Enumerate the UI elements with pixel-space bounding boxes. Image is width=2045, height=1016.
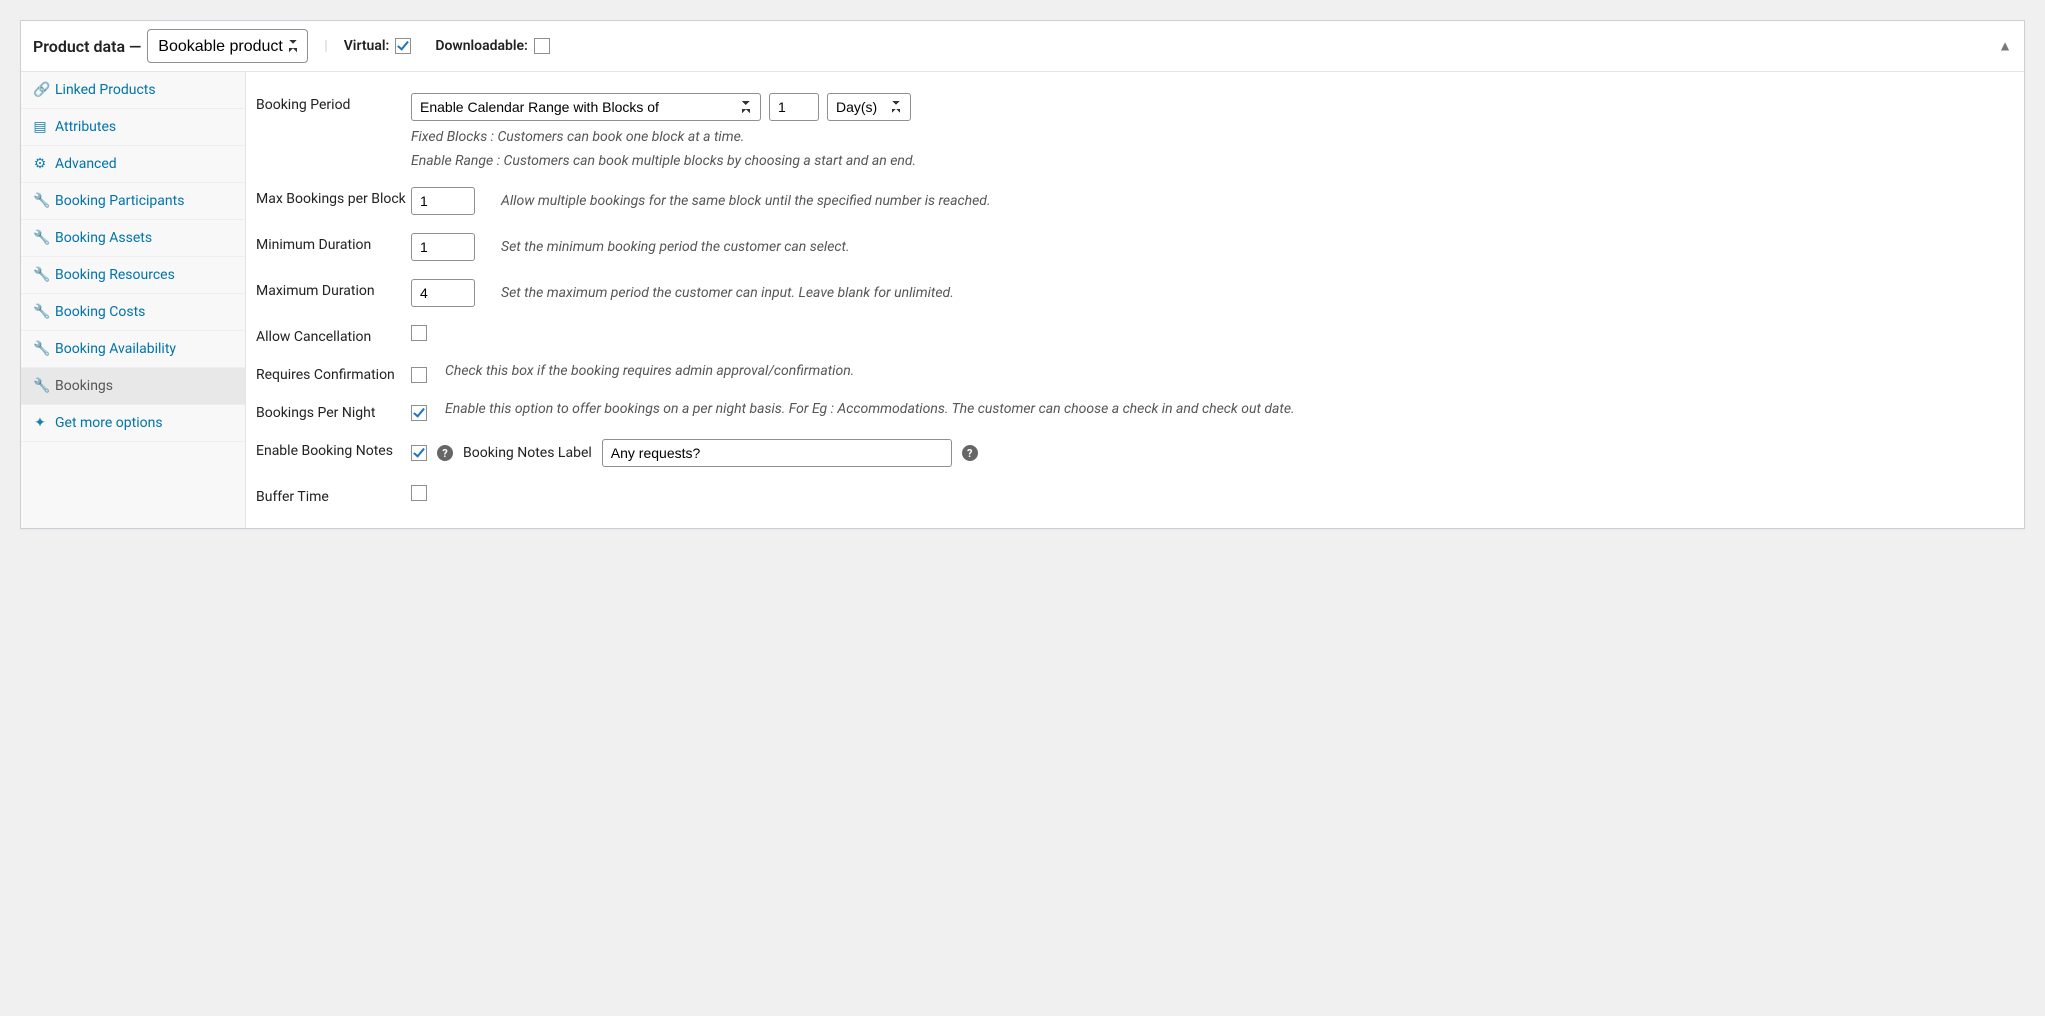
sidebar-item: 🔧 Booking Assets [21, 220, 245, 257]
link-icon: 🔗 [33, 82, 47, 98]
sidebar-item-label: Booking Assets [55, 230, 152, 246]
help-icon[interactable]: ? [437, 445, 453, 461]
field-bookings-per-night: Bookings Per Night Enable this option to… [256, 392, 2014, 430]
wrench-icon: 🔧 [33, 304, 47, 320]
sidebar-item-label: Bookings [55, 378, 113, 394]
wrench-icon: 🔧 [33, 378, 47, 394]
sidebar-link-booking-resources[interactable]: 🔧 Booking Resources [21, 257, 245, 293]
bookings-settings: Booking Period Enable Calendar Range wit… [246, 72, 2024, 528]
field-allow-cancellation: Allow Cancellation [256, 316, 2014, 354]
sidebar-item-label: Linked Products [55, 82, 156, 98]
field-min-duration: Minimum Duration Set the minimum booking… [256, 224, 2014, 270]
product-data-panel: Product data — Bookable product | Virtua… [20, 20, 2025, 529]
sidebar-item-label: Booking Participants [55, 193, 184, 209]
sidebar-item: ⚙ Advanced [21, 146, 245, 183]
booking-period-label: Booking Period [256, 93, 411, 113]
enable-booking-notes-checkbox[interactable] [411, 445, 427, 461]
sidebar-link-booking-assets[interactable]: 🔧 Booking Assets [21, 220, 245, 256]
sidebar-link-linked-products[interactable]: 🔗 Linked Products [21, 72, 245, 108]
buffer-time-label: Buffer Time [256, 485, 411, 505]
requires-confirmation-checkbox[interactable] [411, 367, 427, 383]
booking-period-help-2: Enable Range : Customers can book multip… [411, 153, 2014, 169]
collapse-toggle-icon[interactable]: ▲ [1998, 38, 2012, 55]
wrench-icon: 🔧 [33, 267, 47, 283]
requires-confirmation-help: Check this box if the booking requires a… [445, 363, 2014, 379]
sidebar-item: ✦ Get more options [21, 405, 245, 442]
max-duration-input[interactable] [411, 279, 475, 307]
bookings-per-night-checkbox[interactable] [411, 405, 427, 421]
separator: | [324, 38, 327, 54]
sidebar-item: 🔧 Booking Costs [21, 294, 245, 331]
booking-period-range-select[interactable]: Enable Calendar Range with Blocks of [411, 93, 761, 121]
booking-notes-label-input[interactable] [602, 439, 952, 467]
wrench-icon: 🔧 [33, 230, 47, 246]
sidebar-item-label: Booking Resources [55, 267, 175, 283]
max-duration-help: Set the maximum period the customer can … [501, 285, 954, 301]
sidebar-link-booking-participants[interactable]: 🔧 Booking Participants [21, 183, 245, 219]
booking-period-help-1: Fixed Blocks : Customers can book one bl… [411, 129, 2014, 145]
min-duration-label: Minimum Duration [256, 233, 411, 253]
sidebar-item: 🔧 Bookings [21, 368, 245, 405]
panel-body: 🔗 Linked Products ▤ Attributes ⚙ Advanced 🔧 Boo… [21, 72, 2024, 528]
sidebar-link-booking-costs[interactable]: 🔧 Booking Costs [21, 294, 245, 330]
field-buffer-time: Buffer Time [256, 476, 2014, 514]
max-bookings-input[interactable] [411, 187, 475, 215]
field-requires-confirmation: Requires Confirmation Check this box if … [256, 354, 2014, 392]
allow-cancellation-label: Allow Cancellation [256, 325, 411, 345]
downloadable-option: Downloadable: [435, 38, 550, 54]
panel-header: Product data — Bookable product | Virtua… [21, 21, 2024, 72]
max-duration-label: Maximum Duration [256, 279, 411, 299]
field-booking-period: Booking Period Enable Calendar Range wit… [256, 84, 2014, 178]
sidebar-link-get-more-options[interactable]: ✦ Get more options [21, 405, 245, 441]
sidebar-item: 🔧 Booking Availability [21, 331, 245, 368]
allow-cancellation-checkbox[interactable] [411, 325, 427, 341]
panel-title: Product data — [33, 37, 141, 56]
bookings-per-night-label: Bookings Per Night [256, 401, 411, 421]
gear-icon: ⚙ [33, 156, 47, 172]
product-data-tabs: 🔗 Linked Products ▤ Attributes ⚙ Advanced 🔧 Boo… [21, 72, 246, 528]
sidebar-link-bookings[interactable]: 🔧 Bookings [21, 368, 245, 404]
downloadable-label: Downloadable: [435, 38, 528, 54]
bookings-per-night-help: Enable this option to offer bookings on … [445, 401, 2014, 417]
buffer-time-checkbox[interactable] [411, 485, 427, 501]
downloadable-checkbox[interactable] [534, 38, 550, 54]
max-bookings-help: Allow multiple bookings for the same blo… [501, 193, 991, 209]
virtual-option: Virtual: [344, 38, 412, 54]
min-duration-input[interactable] [411, 233, 475, 261]
virtual-checkbox[interactable] [395, 38, 411, 54]
field-max-duration: Maximum Duration Set the maximum period … [256, 270, 2014, 316]
max-bookings-label: Max Bookings per Block [256, 187, 411, 207]
requires-confirmation-label: Requires Confirmation [256, 363, 411, 383]
sidebar-item: 🔧 Booking Participants [21, 183, 245, 220]
wrench-icon: 🔧 [33, 341, 47, 357]
sidebar-item: 🔧 Booking Resources [21, 257, 245, 294]
sidebar-link-attributes[interactable]: ▤ Attributes [21, 109, 245, 145]
sidebar-item: ▤ Attributes [21, 109, 245, 146]
product-type-select[interactable]: Bookable product [147, 29, 308, 63]
virtual-label: Virtual: [344, 38, 390, 54]
field-max-bookings: Max Bookings per Block Allow multiple bo… [256, 178, 2014, 224]
sidebar-item-label: Booking Availability [55, 341, 176, 357]
sidebar-item-label: Get more options [55, 415, 163, 431]
booking-period-block-input[interactable] [769, 93, 819, 121]
sidebar-item-label: Booking Costs [55, 304, 145, 320]
attributes-icon: ▤ [33, 119, 47, 135]
sparkle-icon: ✦ [33, 415, 47, 431]
sidebar-item-label: Advanced [55, 156, 117, 172]
wrench-icon: 🔧 [33, 193, 47, 209]
min-duration-help: Set the minimum booking period the custo… [501, 239, 850, 255]
booking-period-unit-select[interactable]: Day(s) [827, 93, 911, 121]
sidebar-link-advanced[interactable]: ⚙ Advanced [21, 146, 245, 182]
enable-booking-notes-label: Enable Booking Notes [256, 439, 411, 459]
sidebar-item-label: Attributes [55, 119, 116, 135]
help-icon[interactable]: ? [962, 445, 978, 461]
sidebar-item: 🔗 Linked Products [21, 72, 245, 109]
field-enable-booking-notes: Enable Booking Notes ? Booking Notes Lab… [256, 430, 2014, 476]
booking-notes-sublabel: Booking Notes Label [463, 445, 592, 461]
sidebar-link-booking-availability[interactable]: 🔧 Booking Availability [21, 331, 245, 367]
